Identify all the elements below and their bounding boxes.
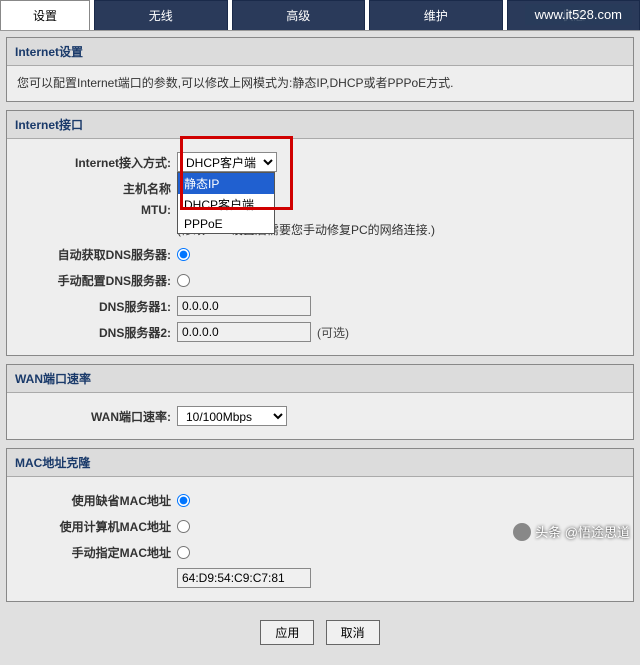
internet-settings-panel: Internet设置 您可以配置Internet端口的参数,可以修改上网模式为:… [6, 37, 634, 102]
hostname-label: 主机名称 [17, 180, 177, 197]
dns1-label: DNS服务器1: [17, 298, 177, 315]
internet-interface-panel: Internet接口 Internet接入方式: DHCP客户端 静态IP DH… [6, 110, 634, 356]
tab-maintenance[interactable]: 维护 [369, 0, 503, 30]
tab-wireless[interactable]: 无线 [94, 0, 228, 30]
mtu-label: MTU: [17, 203, 177, 217]
footer-watermark-text: 头条 @悟途思道 [535, 522, 630, 541]
watermark-url: www.it528.com [525, 4, 632, 25]
internet-settings-desc: 您可以配置Internet端口的参数,可以修改上网模式为:静态IP,DHCP或者… [17, 74, 623, 93]
manual-dns-label: 手动配置DNS服务器: [17, 272, 177, 289]
option-pppoe[interactable]: PPPoE [178, 215, 274, 233]
access-mode-select[interactable]: DHCP客户端 [177, 152, 277, 172]
internet-interface-title: Internet接口 [7, 111, 633, 139]
mac-clone-title: MAC地址克隆 [7, 449, 633, 477]
dns2-label: DNS服务器2: [17, 324, 177, 341]
footer-watermark: 头条 @悟途思道 [513, 522, 630, 541]
mac-manual-radio[interactable] [177, 546, 190, 559]
auto-dns-radio[interactable] [177, 248, 190, 261]
avatar-icon [513, 523, 531, 541]
mac-manual-label: 手动指定MAC地址 [17, 544, 177, 561]
tab-advanced[interactable]: 高级 [232, 0, 366, 30]
option-dhcp[interactable]: DHCP客户端 [178, 194, 274, 215]
wan-speed-label: WAN端口速率: [17, 408, 177, 425]
mac-address-input[interactable] [177, 568, 311, 588]
dns2-input[interactable] [177, 322, 311, 342]
cancel-button[interactable]: 取消 [326, 620, 380, 645]
manual-dns-radio[interactable] [177, 274, 190, 287]
wan-speed-title: WAN端口速率 [7, 365, 633, 393]
mac-default-label: 使用缺省MAC地址 [17, 492, 177, 509]
apply-button[interactable]: 应用 [260, 620, 314, 645]
mac-pc-radio[interactable] [177, 520, 190, 533]
access-mode-dropdown: 静态IP DHCP客户端 PPPoE [177, 172, 275, 234]
auto-dns-label: 自动获取DNS服务器: [17, 246, 177, 263]
access-mode-label: Internet接入方式: [17, 154, 177, 171]
internet-settings-title: Internet设置 [7, 38, 633, 66]
wan-speed-panel: WAN端口速率 WAN端口速率: 10/100Mbps [6, 364, 634, 440]
mac-default-radio[interactable] [177, 494, 190, 507]
dns2-optional: (可选) [317, 324, 349, 341]
button-bar: 应用 取消 [6, 610, 634, 659]
wan-speed-select[interactable]: 10/100Mbps [177, 406, 287, 426]
option-static-ip[interactable]: 静态IP [178, 173, 274, 194]
tab-settings[interactable]: 设置 [0, 0, 90, 30]
dns1-input[interactable] [177, 296, 311, 316]
mac-pc-label: 使用计算机MAC地址 [17, 518, 177, 535]
